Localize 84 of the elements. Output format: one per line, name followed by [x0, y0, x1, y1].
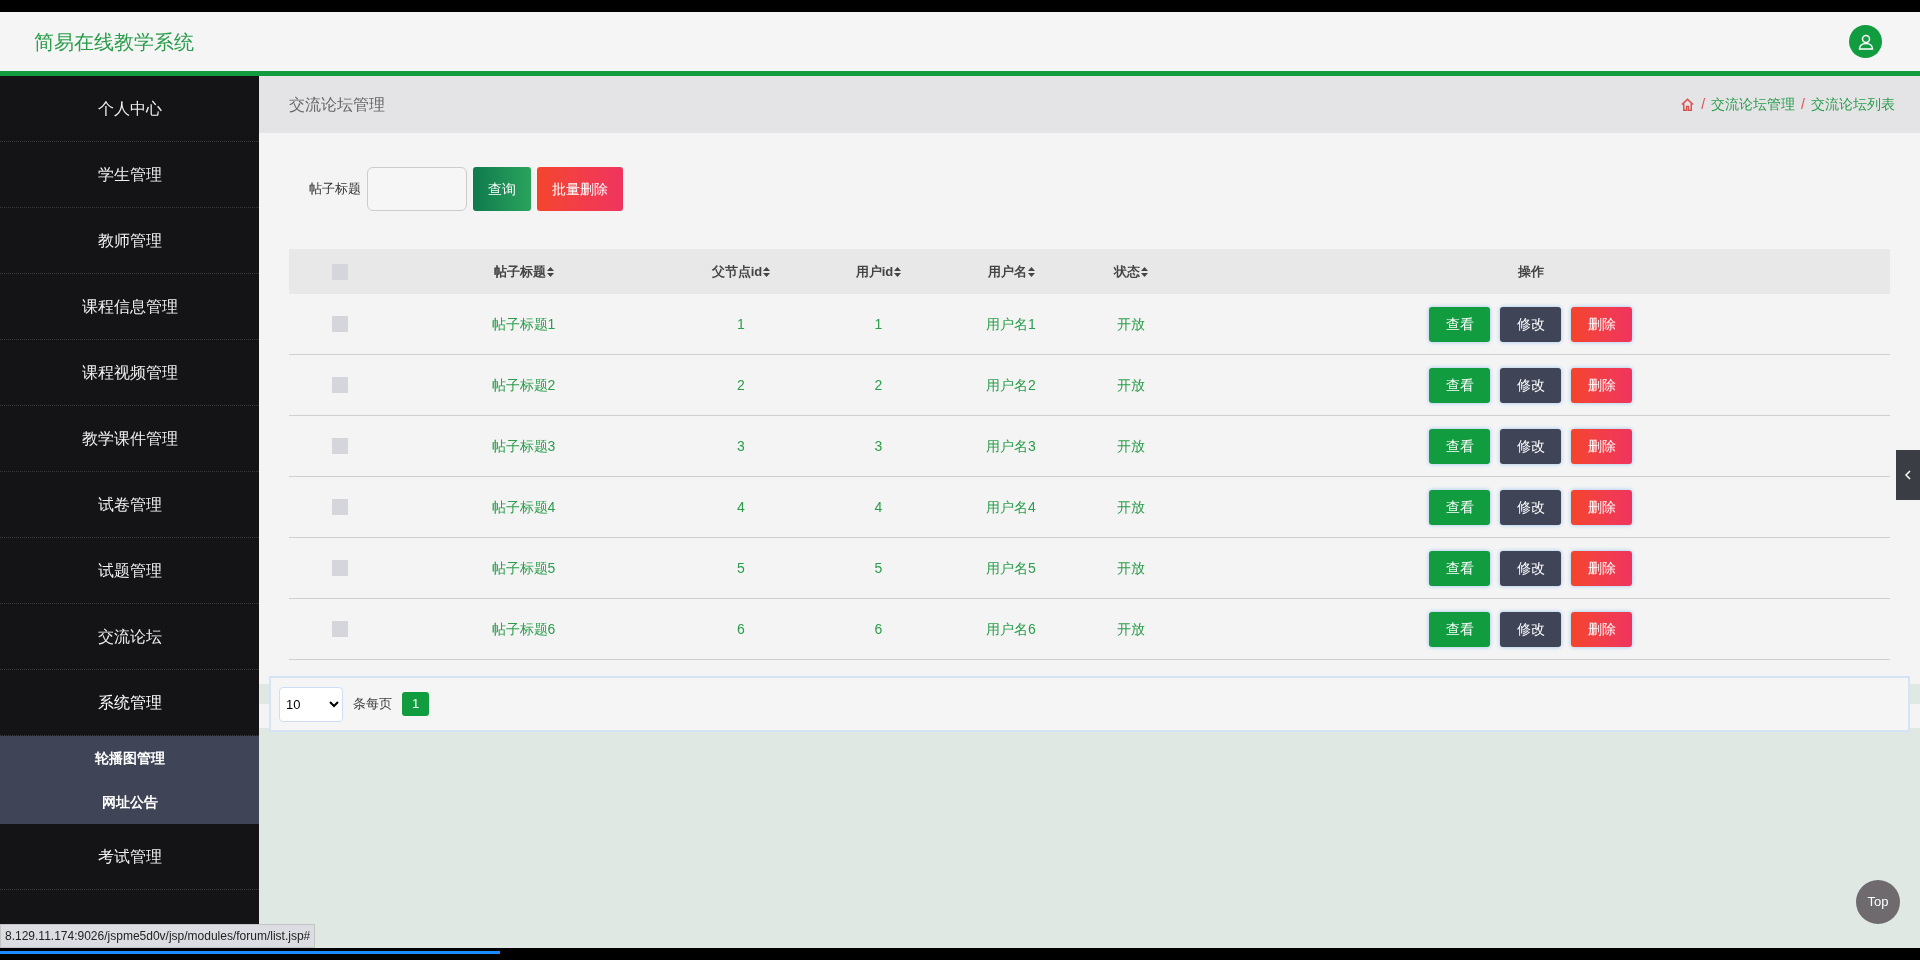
table-cell-text: 3: [874, 436, 883, 456]
table-cell-text: 用户名2: [986, 375, 1036, 395]
table-cell-text: 开放: [1117, 619, 1145, 639]
status-url: 8.129.11.174:9026/jspme5d0v/jsp/modules/forum/list.jsp#: [0, 924, 316, 948]
search-field[interactable]: [367, 167, 467, 211]
batch-delete-button[interactable]: 批量删除: [537, 167, 623, 211]
table-cell-text: 帖子标题3: [491, 436, 556, 456]
table-cell-text: 开放: [1117, 375, 1145, 395]
table-cell-text: 4: [874, 497, 883, 517]
submenu-item[interactable]: 轮播图管理: [0, 736, 259, 780]
table-cell-text: 用户名3: [986, 436, 1036, 456]
table-cell-text: 1: [874, 314, 883, 334]
delete-button[interactable]: 删除: [1571, 550, 1632, 586]
chevron-left-icon: [1904, 470, 1912, 480]
home-icon[interactable]: [1680, 97, 1696, 112]
delete-button[interactable]: 删除: [1571, 428, 1632, 464]
table-cell-text: 帖子标题2: [491, 375, 556, 395]
sort-icon[interactable]: [1141, 266, 1148, 277]
table-cell-text: 6: [874, 619, 883, 639]
edit-button[interactable]: 修改: [1500, 367, 1561, 403]
breadcrumb-separator: /: [1701, 95, 1706, 114]
table-cell-text: 开放: [1117, 436, 1145, 456]
table-cell-text: 帖子标题4: [491, 497, 556, 517]
collapse-tab[interactable]: [1896, 450, 1920, 500]
checkbox[interactable]: [332, 621, 348, 637]
sort-icon[interactable]: [1027, 266, 1035, 277]
search-label: 帖子标题: [309, 180, 361, 199]
edit-button[interactable]: 修改: [1500, 306, 1561, 342]
table-cell-text: 4: [737, 497, 745, 517]
checkbox[interactable]: [332, 316, 348, 332]
per-page-label: 条每页: [353, 695, 392, 714]
delete-button[interactable]: 删除: [1571, 611, 1632, 647]
table-cell-text: 1: [737, 314, 745, 334]
table-cell-text: 3: [737, 436, 745, 456]
view-button[interactable]: 查看: [1429, 306, 1490, 342]
view-button[interactable]: 查看: [1429, 611, 1490, 647]
table-cell-text: 2: [737, 375, 745, 395]
view-button[interactable]: 查看: [1429, 489, 1490, 525]
table-cell-text: 5: [874, 558, 883, 578]
sort-icon[interactable]: [546, 266, 554, 277]
checkbox[interactable]: [332, 377, 348, 393]
table-cell-text: 6: [737, 619, 745, 639]
table-cell-text: 帖子标题5: [491, 558, 556, 578]
column-header: 操作: [1517, 262, 1544, 281]
column-header[interactable]: 父节点id: [711, 261, 771, 282]
table-cell-text: 2: [874, 375, 883, 395]
page-title: 交流论坛管理: [289, 94, 385, 115]
view-button[interactable]: 查看: [1429, 428, 1490, 464]
column-header[interactable]: 帖子标题: [493, 261, 554, 282]
column-header[interactable]: 用户id: [855, 261, 902, 282]
checkbox[interactable]: [332, 560, 348, 576]
page-size-select[interactable]: 10: [279, 686, 343, 722]
sort-icon[interactable]: [894, 266, 902, 277]
table-cell-text: 用户名6: [986, 619, 1036, 639]
checkbox[interactable]: [332, 438, 348, 454]
edit-button[interactable]: 修改: [1500, 611, 1561, 647]
breadcrumb-separator: /: [1801, 95, 1805, 114]
edit-button[interactable]: 修改: [1500, 489, 1561, 525]
table-cell-text: 用户名4: [986, 497, 1036, 517]
page-button[interactable]: 1: [402, 692, 429, 716]
view-button[interactable]: 查看: [1429, 367, 1490, 403]
column-header[interactable]: 状态: [1114, 261, 1148, 282]
sort-icon[interactable]: [763, 266, 771, 277]
table-cell-text: 开放: [1117, 314, 1145, 334]
delete-button[interactable]: 删除: [1571, 367, 1632, 403]
search-button[interactable]: 查询: [473, 167, 531, 211]
edit-button[interactable]: 修改: [1500, 428, 1561, 464]
app-title: 简易在线教学系统: [34, 29, 194, 55]
user-avatar-icon[interactable]: [1849, 25, 1882, 58]
column-header[interactable]: 用户名: [987, 261, 1035, 282]
view-button[interactable]: 查看: [1429, 550, 1490, 586]
table-cell-text: 开放: [1117, 558, 1145, 578]
submenu-item[interactable]: 网址公告: [0, 780, 259, 824]
table-cell-text: 开放: [1117, 497, 1145, 517]
back-to-top-button[interactable]: Top: [1856, 880, 1900, 924]
table-cell-text: 用户名5: [986, 558, 1036, 578]
table-cell-text: 用户名1: [986, 314, 1036, 334]
edit-button[interactable]: 修改: [1500, 550, 1561, 586]
checkbox[interactable]: [332, 499, 348, 515]
table-cell-text: 帖子标题1: [491, 314, 556, 334]
table-cell-text: 5: [737, 558, 745, 578]
delete-button[interactable]: 删除: [1571, 306, 1632, 342]
delete-button[interactable]: 删除: [1571, 489, 1632, 525]
table-cell-text: 帖子标题6: [491, 619, 556, 639]
